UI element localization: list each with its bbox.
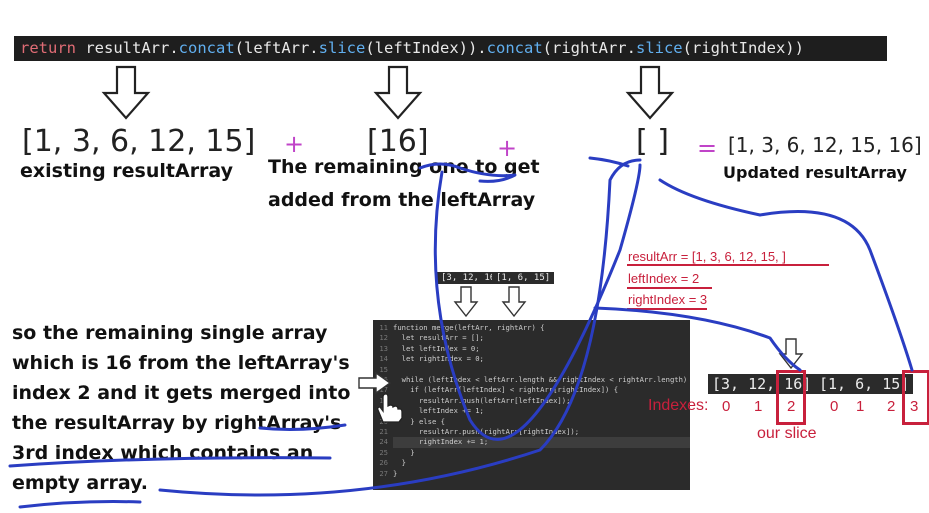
slice-method: slice [635, 39, 683, 57]
code-segment: resultArr. [76, 39, 179, 57]
underline [627, 287, 712, 289]
code-segment: (rightIndex)) [682, 39, 804, 57]
explanation-line: index 2 and it gets merged into [12, 382, 351, 404]
code-segment: (leftArr. [234, 39, 319, 57]
index-label: 3 [910, 398, 919, 415]
code-text-line: function merge(leftArr, rightArr) { [393, 323, 545, 332]
code-text-line: } [393, 468, 398, 478]
line-number: 25 [379, 447, 388, 457]
connector-stroke [588, 156, 630, 168]
plus-sign: + [497, 134, 518, 162]
left-slice-note-line2: added from the leftArray [268, 189, 536, 211]
index-label: 2 [887, 398, 896, 415]
code-text-line: resultArr.push(leftArr[leftIndex]); [393, 395, 571, 405]
line-number: 14 [379, 354, 388, 364]
down-arrow-icon [501, 286, 527, 318]
result-array: [1, 3, 6, 12, 15, 16] [728, 133, 922, 157]
line-number: 21 [379, 427, 388, 436]
code-editor-screenshot: 11 function merge(leftArr, rightArr) {12 … [373, 320, 690, 490]
indexes-label: Indexes: [648, 397, 709, 414]
explanation-line: 3rd index which contains an [12, 442, 314, 464]
right-array-tag: [1, 6, 15] [492, 272, 555, 284]
down-arrow-icon [101, 65, 151, 120]
code-text-line: while (leftIndex < leftArr.length && rig… [393, 375, 690, 384]
underline-stroke [18, 500, 142, 509]
line-number: 24 [379, 437, 388, 447]
right-array-box: [1, 6, 15] [815, 374, 914, 394]
slice-label: our slice [757, 425, 817, 442]
existing-array: [1, 3, 6, 12, 15] [22, 124, 256, 159]
result-arr-state: resultArr = [1, 3, 6, 12, 15, ] [628, 249, 786, 264]
explanation-line: so the remaining single array [12, 322, 328, 344]
index-label: 1 [856, 398, 865, 415]
explanation-line: the resultArray by rightArray's [12, 412, 342, 434]
underline [627, 308, 707, 310]
index-label: 0 [722, 398, 731, 415]
explanation-text: so the remaining single array which is 1… [12, 318, 350, 498]
code-text-line: } [393, 447, 415, 457]
equals-sign: = [697, 134, 718, 162]
code-text-line: resultArr.push(rightArr[rightIndex]); [393, 427, 580, 436]
down-arrow-icon [778, 338, 804, 370]
code-text-line: } [393, 458, 406, 468]
line-number: 11 [379, 323, 388, 332]
existing-array-label: existing resultArray [20, 160, 234, 182]
down-arrow-icon [625, 65, 675, 120]
slice-method: slice [318, 39, 366, 57]
line-number: 27 [379, 468, 388, 478]
code-segment: (rightArr. [542, 39, 636, 57]
explanation-line: which is 16 from the leftArray's [12, 352, 350, 374]
pointer-hand-icon [377, 393, 403, 423]
return-keyword: return [20, 39, 76, 57]
plus-sign: + [284, 130, 305, 158]
line-number: 13 [379, 343, 388, 353]
index-label: 1 [754, 398, 763, 415]
line-number: 26 [379, 458, 388, 468]
code-text-line: leftIndex += 1; [393, 406, 484, 416]
concat-method: concat [178, 39, 235, 57]
right-arrow-icon [358, 372, 392, 394]
right-slice-array: [ ] [636, 124, 669, 159]
code-text-line: let rightIndex = 0; [393, 354, 484, 364]
down-arrow-icon [373, 65, 423, 120]
explanation-line: empty array. [12, 472, 149, 494]
left-slice-array: [16] [367, 124, 429, 159]
code-text-line: let leftIndex = 0; [393, 343, 480, 353]
code-text-line: rightIndex += 1; [393, 437, 690, 448]
code-text-line: if (leftArr[leftIndex] < rightArr[rightI… [393, 385, 619, 395]
line-number: 12 [379, 333, 388, 343]
concat-method: concat [486, 39, 543, 57]
code-text-line: let resultArr = []; [393, 333, 484, 343]
right-index-state: rightIndex = 3 [628, 292, 708, 307]
index-label: 0 [830, 398, 839, 415]
code-line: return resultArr.concat(leftArr.slice(le… [14, 36, 887, 61]
down-arrow-icon [453, 286, 479, 318]
underline [627, 264, 829, 266]
result-array-label: Updated resultArray [723, 163, 907, 182]
left-index-state: leftIndex = 2 [628, 271, 700, 286]
index-label: 2 [787, 398, 796, 415]
code-segment: (leftIndex)). [365, 39, 487, 57]
